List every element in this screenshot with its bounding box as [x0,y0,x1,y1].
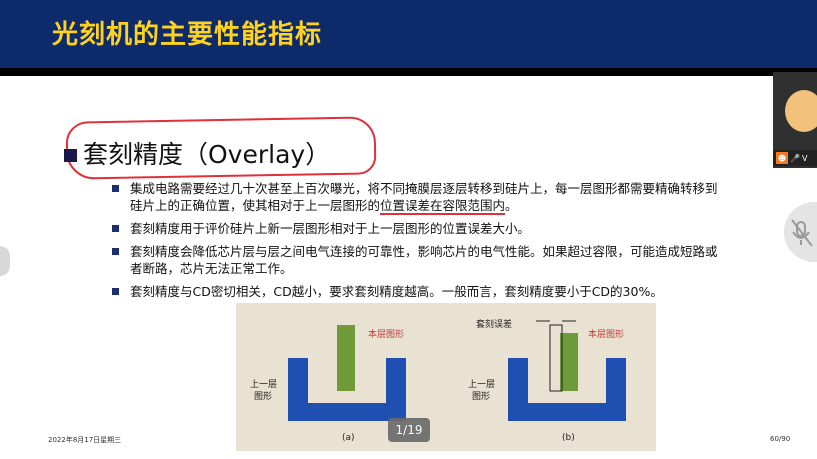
overlay-diagram [288,320,626,421]
bullet-text: 套刻精度与CD密切相关，CD越小，要求套刻精度越高。一般而言，套刻精度要小于CD… [130,284,663,299]
prev-layer-label-b2: 图形 [472,392,491,402]
footer-page-number: 60/90 [770,435,791,443]
current-layer-label-a: 本层图形 [368,330,405,340]
overlay-error-label: 套刻误差 [476,320,513,330]
microphone-icon: 🎤 [790,153,800,163]
heading-text: 套刻精度（Overlay） [83,140,331,169]
slide-title-bar: 光刻机的主要性能指标 [0,0,817,68]
bullet-item: 集成电路需要经过几十次甚至上百次曝光，将不同掩膜层逐层转移到硅片上，每一层图形都… [112,180,722,215]
current-layer-shape-b [560,333,578,391]
section-heading: 套刻精度（Overlay） [64,135,330,171]
bullet-item: 套刻精度用于评价硅片上新一层图形相对于上一层图形的位置误差大小。 [112,220,722,237]
overlay-figure: 本层图形 上一层 图形 (a) 套刻误差 本层图形 上一层 图形 (b) [236,303,656,451]
participant-name: V [801,153,808,163]
current-layer-shape-a [337,325,355,391]
bullet-text: 套刻精度会降低芯片层与层之间电气连接的可靠性，影响芯片的电气性能。如果超过容限，… [130,244,718,276]
participant-avatar [785,90,817,132]
mute-toggle-button[interactable] [784,202,817,262]
microphone-muted-icon [791,219,813,247]
bullet-text: 套刻精度用于评价硅片上新一层图形相对于上一层图形的位置误差大小。 [130,221,531,236]
heading-bullet-square [64,148,77,162]
prev-layer-label-a2: 图形 [254,392,273,402]
title-divider [0,68,817,76]
caption-b: (b) [562,433,575,443]
participant-info-bar: ☻ 🎤 V [773,150,817,166]
footer-date: 2022年8月17日星期三 [48,436,122,444]
page-indicator: 1/19 [388,418,430,442]
caption-a: (a) [342,433,355,443]
bullet-list: 集成电路需要经过几十次甚至上百次曝光，将不同掩膜层逐层转移到硅片上，每一层图形都… [112,180,722,306]
current-layer-label-b: 本层图形 [588,330,625,340]
underlined-text: 位置误差在容限范围内 [380,198,506,215]
bullet-item: 套刻精度与CD密切相关，CD越小，要求套刻精度越高。一般而言，套刻精度要小于CD… [112,283,722,300]
slide-title: 光刻机的主要性能指标 [52,20,323,50]
user-icon: ☻ [776,152,788,164]
bullet-text-end: 。 [505,198,518,213]
participant-video-tile[interactable]: ☻ 🎤 V [773,72,817,168]
bullet-item: 套刻精度会降低芯片层与层之间电气连接的可靠性，影响芯片的电气性能。如果超过容限，… [112,243,722,277]
